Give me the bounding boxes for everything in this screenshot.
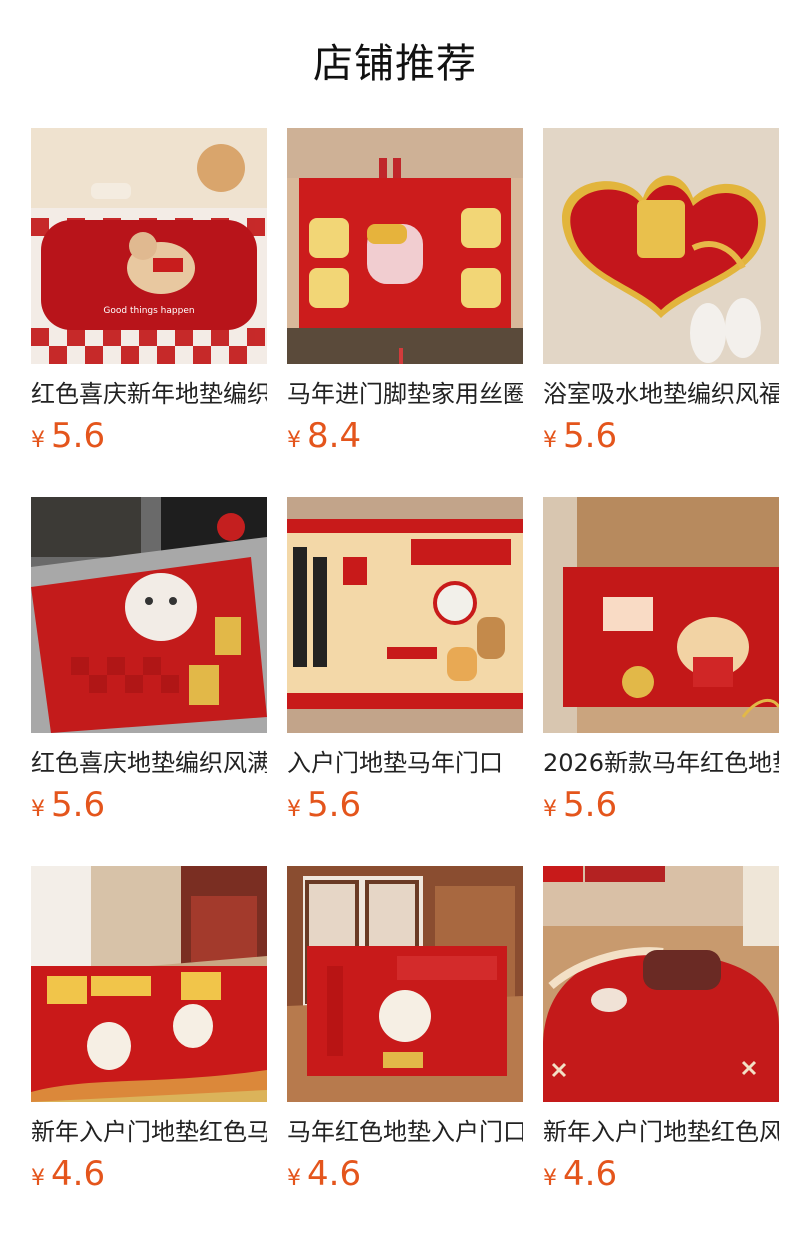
product-card[interactable]: 马年红色地垫入户门口 ¥4.6: [287, 866, 523, 1235]
product-card[interactable]: 红色喜庆地垫编织风满满 ¥5.6: [31, 497, 267, 866]
product-image-ma-shang-bao-fu-mat[interactable]: [31, 866, 267, 1102]
price-value: 5.6: [563, 416, 618, 456]
price-value: 5.6: [51, 785, 106, 825]
product-price: ¥5.6: [31, 416, 105, 456]
currency-symbol: ¥: [287, 797, 301, 822]
currency-symbol: ¥: [543, 797, 557, 822]
product-card[interactable]: 新年入户门地垫红色风 ¥4.6: [543, 866, 779, 1235]
product-price: ¥5.6: [543, 416, 617, 456]
currency-symbol: ¥: [31, 1166, 45, 1191]
currency-symbol: ¥: [543, 428, 557, 453]
product-price: ¥4.6: [543, 1154, 617, 1194]
product-price: ¥5.6: [543, 785, 617, 825]
svg-text:Good things happen: Good things happen: [103, 306, 194, 316]
price-value: 4.6: [307, 1154, 362, 1194]
product-name[interactable]: 2026新款马年红色地垫: [543, 747, 779, 779]
product-card[interactable]: 马年进门脚垫家用丝圈 ¥8.4: [287, 128, 523, 497]
product-card[interactable]: 浴室吸水地垫编织风福字 ¥5.6: [543, 128, 779, 497]
product-price: ¥8.4: [287, 416, 361, 456]
currency-symbol: ¥: [31, 428, 45, 453]
product-card[interactable]: 2026新款马年红色地垫 ¥5.6: [543, 497, 779, 866]
product-name[interactable]: 浴室吸水地垫编织风福字: [543, 378, 779, 410]
product-name[interactable]: 马年红色地垫入户门口: [287, 1116, 523, 1148]
product-card[interactable]: 入户门地垫马年门口 ¥5.6: [287, 497, 523, 866]
store-recommendations-page: 店铺推荐 Good things happen 红色喜庆新年地垫编织 ¥ 5.6…: [0, 0, 790, 1234]
currency-symbol: ¥: [31, 797, 45, 822]
product-image-entry-door-mat[interactable]: [287, 866, 523, 1102]
product-image-coil-mat[interactable]: [287, 128, 523, 364]
product-name[interactable]: 新年入户门地垫红色风: [543, 1116, 779, 1148]
product-image-red-horse-mat[interactable]: Good things happen: [31, 128, 267, 364]
product-name[interactable]: 马年进门脚垫家用丝圈: [287, 378, 523, 410]
product-price: ¥5.6: [31, 785, 105, 825]
price-value: 5.6: [563, 785, 618, 825]
currency-symbol: ¥: [287, 428, 301, 453]
product-card[interactable]: 新年入户门地垫红色马上暴富 ¥4.6: [31, 866, 267, 1235]
price-value: 5.6: [307, 785, 362, 825]
price-value: 5.6: [51, 416, 106, 456]
product-image-fu-cloud-mat[interactable]: [543, 128, 779, 364]
price-value: 4.6: [563, 1154, 618, 1194]
product-price: ¥5.6: [287, 785, 361, 825]
product-price: ¥4.6: [31, 1154, 105, 1194]
product-card[interactable]: Good things happen 红色喜庆新年地垫编织风 ¥5.6: [31, 128, 267, 497]
product-image-yi-ma-dang-xian-mat[interactable]: [543, 497, 779, 733]
product-grid: Good things happen 红色喜庆新年地垫编织风 ¥5.6: [31, 128, 781, 1235]
product-price: ¥4.6: [287, 1154, 361, 1194]
product-name[interactable]: 红色喜庆地垫编织风满满: [31, 747, 267, 779]
price-value: 8.4: [307, 416, 362, 456]
currency-symbol: ¥: [287, 1166, 301, 1191]
product-name[interactable]: 入户门地垫马年门口: [287, 747, 523, 779]
product-name[interactable]: 新年入户门地垫红色马上暴富: [31, 1116, 267, 1148]
product-image-calligraphy-mat[interactable]: [287, 497, 523, 733]
price-value: 4.6: [51, 1154, 106, 1194]
section-title: 店铺推荐: [313, 41, 477, 87]
product-name[interactable]: 红色喜庆新年地垫编织风: [31, 378, 267, 410]
currency-symbol: ¥: [543, 1166, 557, 1191]
product-image-welcome-apple-mat[interactable]: [543, 866, 779, 1102]
product-image-lucky-cat-mat[interactable]: [31, 497, 267, 733]
